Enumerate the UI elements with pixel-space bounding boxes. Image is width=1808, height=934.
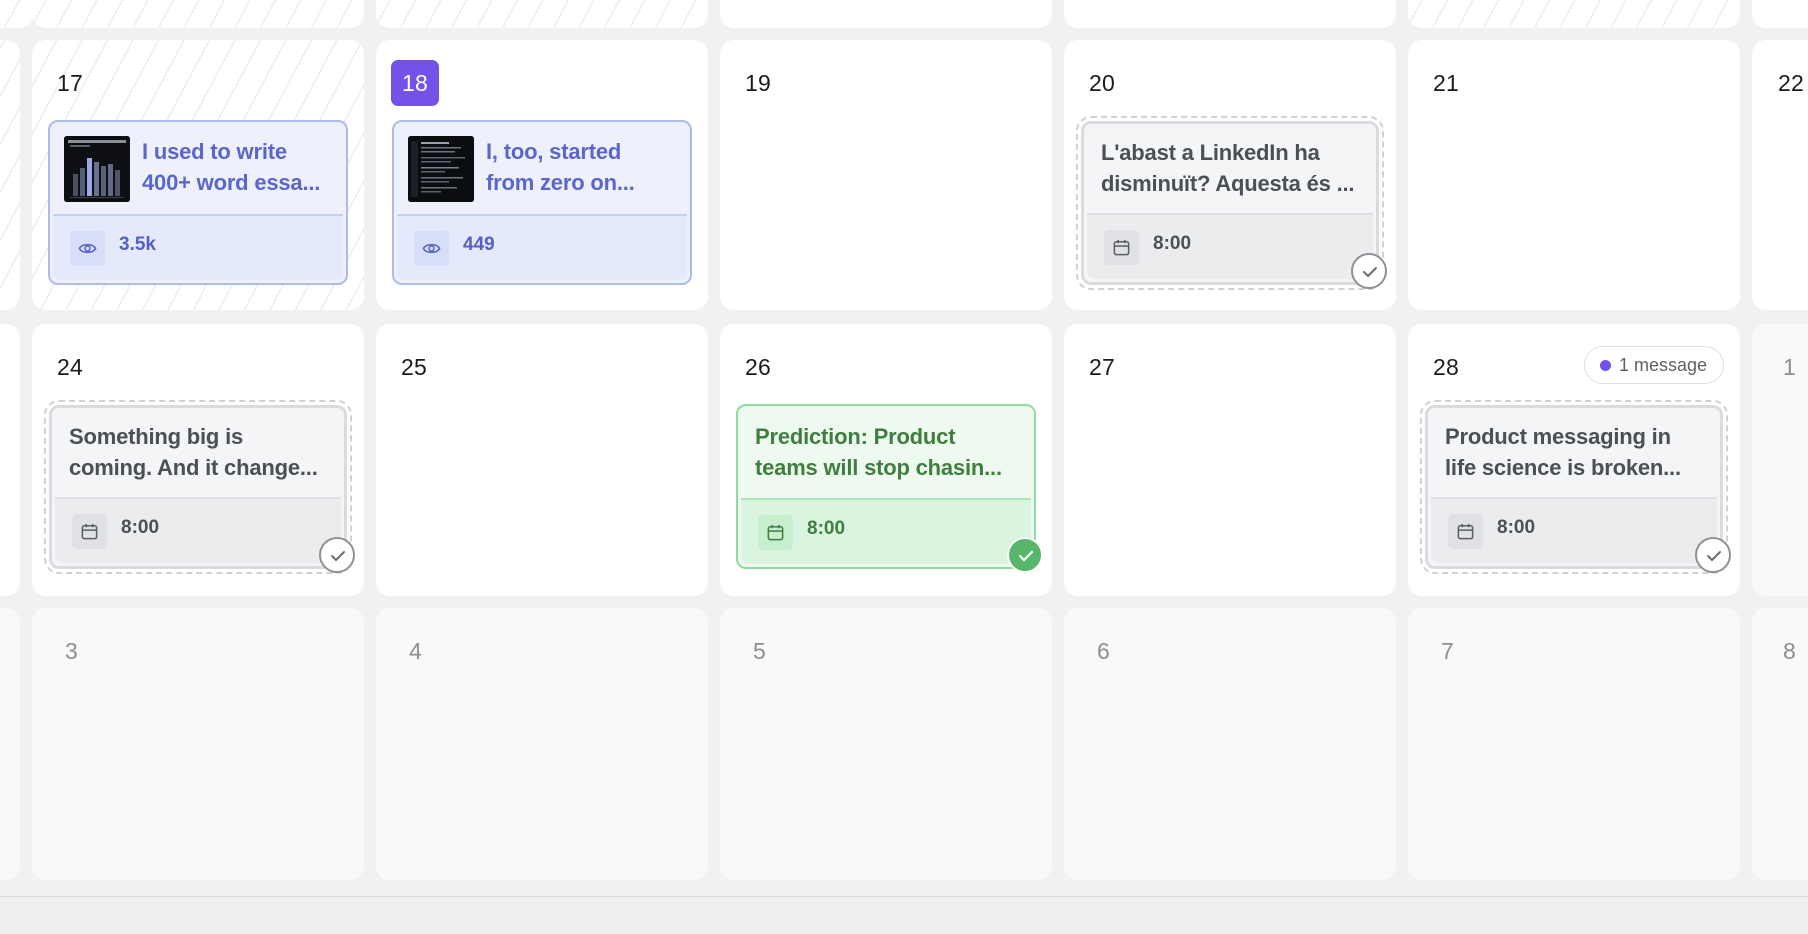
day-number: 19 bbox=[745, 70, 771, 96]
day-cell-prev-week[interactable] bbox=[0, 0, 34, 28]
day-cell[interactable]: 24 Something big is coming. And it chang… bbox=[32, 324, 364, 596]
day-cell[interactable]: 27 bbox=[1064, 324, 1396, 596]
post-card[interactable]: I, too, started from zero on... 449 bbox=[392, 120, 692, 285]
scheduled-time: 8:00 bbox=[1153, 233, 1192, 254]
day-cell-prev-week[interactable] bbox=[32, 0, 364, 28]
day-cell-prev-week[interactable] bbox=[1408, 0, 1740, 28]
eye-icon bbox=[70, 231, 105, 266]
post-card-footer: 8:00 bbox=[1431, 497, 1717, 563]
day-number: 27 bbox=[1089, 354, 1115, 380]
approved-check-icon[interactable] bbox=[1007, 537, 1043, 573]
day-number: 17 bbox=[57, 70, 83, 96]
post-thumbnail bbox=[64, 136, 130, 202]
day-cell[interactable]: 4 bbox=[376, 608, 708, 880]
message-badge[interactable]: 1 message bbox=[1583, 346, 1724, 384]
day-cell[interactable]: 3 bbox=[32, 608, 364, 880]
day-cell[interactable]: 22 bbox=[1752, 40, 1808, 310]
day-number: 3 bbox=[65, 638, 78, 664]
day-number: 22 bbox=[1778, 70, 1804, 96]
view-count: 3.5k bbox=[119, 234, 156, 255]
day-number: 20 bbox=[1089, 70, 1115, 96]
calendar-icon bbox=[758, 515, 793, 550]
post-title: L'abast a LinkedIn ha disminuït? Aquesta… bbox=[1101, 140, 1355, 196]
calendar-month-view: 17 I used to write 400+ word essa... 3.5… bbox=[0, 0, 1808, 934]
day-cell[interactable]: 26 Prediction: Product teams will stop c… bbox=[720, 324, 1052, 596]
day-cell[interactable]: 19 bbox=[720, 40, 1052, 310]
day-number: 28 bbox=[1433, 354, 1459, 380]
day-cell-edge[interactable] bbox=[0, 324, 20, 596]
post-card-footer: 3.5k bbox=[53, 214, 343, 280]
post-title: Something big is coming. And it change..… bbox=[69, 424, 318, 480]
day-cell[interactable]: 20 L'abast a LinkedIn ha disminuït? Aque… bbox=[1064, 40, 1396, 310]
day-number: 5 bbox=[753, 638, 766, 664]
day-cell[interactable]: 5 bbox=[720, 608, 1052, 880]
day-cell-prev-week[interactable] bbox=[1752, 0, 1808, 28]
day-cell-today[interactable]: 18 I, too, started from zero on... 449 bbox=[376, 40, 708, 310]
day-cell[interactable]: 1 bbox=[1752, 324, 1808, 596]
today-day-number: 18 bbox=[391, 60, 439, 106]
scheduled-time: 8:00 bbox=[1497, 517, 1536, 538]
day-cell[interactable]: 21 bbox=[1408, 40, 1740, 310]
day-number: 8 bbox=[1783, 638, 1796, 664]
day-cell-edge[interactable] bbox=[0, 40, 20, 310]
post-card-footer: 449 bbox=[397, 214, 687, 280]
scheduled-time: 8:00 bbox=[807, 518, 846, 539]
day-cell[interactable]: 7 bbox=[1408, 608, 1740, 880]
bottom-bar bbox=[0, 896, 1808, 934]
post-title: I used to write 400+ word essa... bbox=[142, 139, 321, 195]
day-cell[interactable]: 17 I used to write 400+ word essa... 3.5… bbox=[32, 40, 364, 310]
day-number: 6 bbox=[1097, 638, 1110, 664]
day-number: 26 bbox=[745, 354, 771, 380]
calendar-icon bbox=[72, 514, 107, 549]
day-number: 21 bbox=[1433, 70, 1459, 96]
approve-check-button[interactable] bbox=[1695, 537, 1731, 573]
approve-check-button[interactable] bbox=[1351, 253, 1387, 289]
day-cell[interactable]: 8 bbox=[1752, 608, 1808, 880]
message-dot-icon bbox=[1599, 359, 1611, 371]
post-card[interactable]: Prediction: Product teams will stop chas… bbox=[736, 404, 1036, 569]
day-number: 24 bbox=[57, 354, 83, 380]
day-number: 7 bbox=[1441, 638, 1454, 664]
post-thumbnail bbox=[408, 136, 474, 202]
scheduled-time: 8:00 bbox=[121, 517, 160, 538]
day-number: 1 bbox=[1783, 354, 1796, 380]
eye-icon bbox=[414, 231, 449, 266]
day-cell[interactable]: 6 bbox=[1064, 608, 1396, 880]
post-card-footer: 8:00 bbox=[55, 497, 341, 563]
day-number: 25 bbox=[401, 354, 427, 380]
day-cell[interactable]: 25 bbox=[376, 324, 708, 596]
post-title: I, too, started from zero on... bbox=[486, 139, 635, 195]
day-cell[interactable]: 28 1 message Product messaging in life s… bbox=[1408, 324, 1740, 596]
post-title: Product messaging in life science is bro… bbox=[1445, 424, 1681, 480]
day-number: 4 bbox=[409, 638, 422, 664]
post-card[interactable]: L'abast a LinkedIn ha disminuït? Aquesta… bbox=[1076, 116, 1384, 290]
approve-check-button[interactable] bbox=[319, 537, 355, 573]
post-card[interactable]: Something big is coming. And it change..… bbox=[44, 400, 352, 574]
day-cell-prev-week[interactable] bbox=[720, 0, 1052, 28]
message-badge-label: 1 message bbox=[1618, 354, 1707, 375]
day-cell-edge[interactable] bbox=[0, 608, 20, 880]
calendar-icon bbox=[1104, 230, 1139, 265]
post-card[interactable]: Product messaging in life science is bro… bbox=[1420, 400, 1728, 574]
day-cell-prev-week[interactable] bbox=[376, 0, 708, 28]
calendar-icon bbox=[1448, 514, 1483, 549]
post-card-footer: 8:00 bbox=[1087, 213, 1373, 279]
post-title: Prediction: Product teams will stop chas… bbox=[755, 424, 1002, 480]
post-card[interactable]: I used to write 400+ word essa... 3.5k bbox=[48, 120, 348, 285]
view-count: 449 bbox=[463, 234, 495, 255]
day-cell-prev-week[interactable] bbox=[1064, 0, 1396, 28]
post-card-footer: 8:00 bbox=[741, 498, 1031, 564]
